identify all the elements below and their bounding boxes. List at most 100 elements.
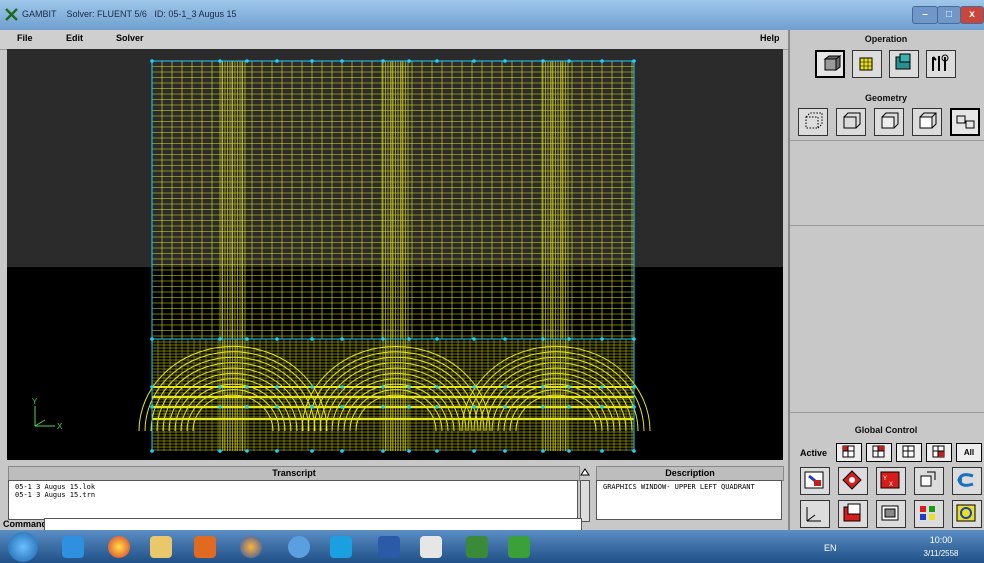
mesh-node <box>275 385 279 389</box>
mesh-node <box>245 405 249 409</box>
gambit-taskbar-icon[interactable] <box>508 536 530 558</box>
arch-mesh-line <box>162 367 304 432</box>
menu-help[interactable]: Help <box>760 33 780 43</box>
color-mode-button[interactable] <box>914 500 944 528</box>
render-icon <box>843 503 861 522</box>
close-button[interactable]: x <box>960 6 984 24</box>
command-label: Command: <box>3 519 50 529</box>
minimize-button[interactable]: – <box>912 6 938 24</box>
graphics-window[interactable]: Y X <box>7 49 783 460</box>
description-header: Description <box>596 466 784 481</box>
mesh-node <box>541 449 545 453</box>
mesh-node <box>541 385 545 389</box>
face-button[interactable] <box>874 108 904 136</box>
word-icon[interactable] <box>378 536 400 558</box>
start-button[interactable] <box>8 532 38 562</box>
skype-icon[interactable] <box>330 536 352 558</box>
firefox-icon[interactable] <box>240 536 262 558</box>
mesh-node <box>218 449 222 453</box>
global-control-header: Global Control <box>854 425 918 435</box>
mesh-node <box>310 405 314 409</box>
app-icon[interactable] <box>288 536 310 558</box>
mesh-node <box>541 405 545 409</box>
vertex-button[interactable] <box>798 108 828 136</box>
geometry-header: Geometry <box>864 93 908 103</box>
transcript-scrollbar[interactable] <box>580 480 590 522</box>
gambit-logo-icon <box>5 8 18 21</box>
mesh-node <box>245 449 249 453</box>
mesh-node <box>275 449 279 453</box>
mesh-node <box>435 385 439 389</box>
axis-y-label: Y <box>32 397 38 406</box>
mesh-cube-icon <box>859 57 873 71</box>
volume-cube-icon <box>919 112 937 129</box>
mesh-node <box>600 385 604 389</box>
mesh-node <box>472 385 476 389</box>
active-quadrant-4[interactable] <box>926 443 952 462</box>
orient-icon: YX <box>880 471 900 489</box>
fit-to-window-button[interactable] <box>800 467 830 495</box>
coordinate-button[interactable] <box>800 500 830 528</box>
mesh-node <box>218 405 222 409</box>
media-player-icon[interactable] <box>194 536 216 558</box>
acrobat-icon[interactable] <box>420 536 442 558</box>
active-all-button[interactable]: All <box>956 443 982 462</box>
reset-view-icon <box>920 471 936 487</box>
shade-button[interactable] <box>876 500 906 528</box>
mesh-node <box>310 385 314 389</box>
mesh-node <box>567 405 571 409</box>
quadrant-ur-icon <box>872 445 885 458</box>
undo-arrow-icon <box>957 473 974 487</box>
mesh-node <box>381 449 385 453</box>
mesh-node <box>407 405 411 409</box>
mesh-node <box>503 449 507 453</box>
volume-button[interactable] <box>912 108 942 136</box>
window-title: GAMBIT Solver: FLUENT 5/6 ID: 05-1_3 Aug… <box>22 9 237 19</box>
shade-icon <box>881 505 899 521</box>
reset-view-button[interactable] <box>914 467 944 495</box>
menu-file[interactable]: File <box>17 33 33 43</box>
description-text: GRAPHICS WINDOW- UPPER LEFT QUADRANT <box>603 483 755 491</box>
tools-icon <box>932 54 949 71</box>
pivot-icon <box>842 470 862 490</box>
active-quadrant-2[interactable] <box>866 443 892 462</box>
fit-window-icon <box>804 471 824 489</box>
menu-edit[interactable]: Edit <box>66 33 83 43</box>
zones-operation-button[interactable] <box>889 50 919 78</box>
examine-mesh-button[interactable] <box>952 500 982 528</box>
clock-date[interactable]: 3/11/2558 <box>916 549 966 558</box>
arch-mesh-line <box>192 394 274 432</box>
active-label: Active <box>800 448 828 458</box>
svg-text:X: X <box>889 482 893 488</box>
quadrant-ll-icon <box>902 445 915 458</box>
tools-operation-button[interactable] <box>926 50 956 78</box>
active-quadrant-1[interactable] <box>836 443 862 462</box>
mesh-node <box>340 405 344 409</box>
select-pivot-button[interactable] <box>838 467 868 495</box>
undo-button[interactable] <box>952 467 982 495</box>
arch-mesh-line <box>325 367 467 432</box>
maximize-button[interactable]: □ <box>937 6 961 24</box>
chrome-icon[interactable] <box>108 536 130 558</box>
internet-explorer-icon[interactable] <box>62 536 84 558</box>
geometry-operation-button[interactable] <box>815 50 845 78</box>
active-quadrant-3[interactable] <box>896 443 922 462</box>
file-explorer-icon[interactable] <box>150 536 172 558</box>
edge-button[interactable] <box>836 108 866 136</box>
transcript-expand-icon[interactable] <box>580 468 590 478</box>
group-button[interactable] <box>950 108 980 136</box>
mesh-display <box>138 59 651 453</box>
clock-time[interactable]: 10:00 <box>921 535 961 545</box>
arch-mesh-line <box>485 367 627 432</box>
menu-solver[interactable]: Solver <box>116 33 144 43</box>
mesh-node <box>600 405 604 409</box>
panel-divider <box>790 225 984 226</box>
mesh-operation-button[interactable] <box>852 50 882 78</box>
orient-model-button[interactable]: YX <box>876 467 906 495</box>
transcript-box[interactable]: 05-1 3 Augus 15.lok 05-1 3 Augus 15.trn <box>8 480 578 520</box>
transcript-line: 05-1 3 Augus 15.lok <box>15 483 96 491</box>
svg-text:Y: Y <box>883 476 887 482</box>
app-icon[interactable] <box>466 536 488 558</box>
language-indicator[interactable]: EN <box>824 543 837 553</box>
render-mode-button[interactable] <box>838 500 868 528</box>
